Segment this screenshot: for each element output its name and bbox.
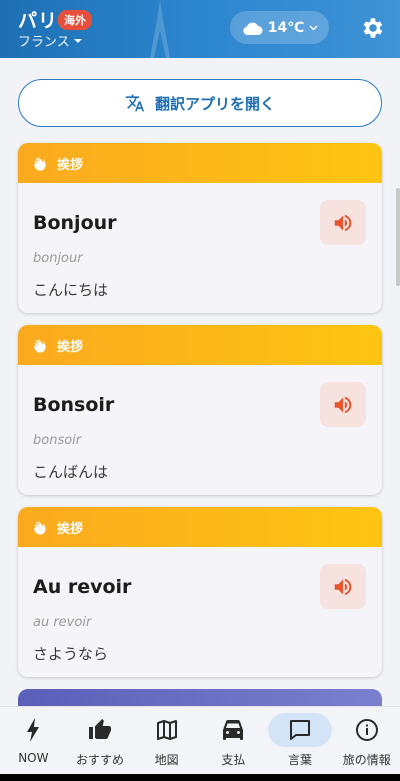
phrase-word: Bonsoir — [33, 394, 115, 416]
nav-item-payment[interactable]: 支払 — [200, 707, 267, 774]
system-bar — [0, 774, 400, 781]
app-header: パリ 海外 フランス 14℃ — [0, 0, 400, 58]
weather-chip[interactable]: 14℃ — [230, 11, 329, 44]
phrase-pronunciation: au revoir — [33, 615, 92, 630]
scrollbar[interactable] — [396, 188, 400, 286]
cloud-icon — [243, 22, 263, 35]
phrase-list[interactable]: 翻訳アプリを開く 挨拶 Bonjour bonjour こんにちは 挨拶 Bon… — [0, 58, 400, 706]
next-phrase-card — [18, 689, 382, 706]
wave-hand-icon — [34, 157, 46, 171]
overseas-badge: 海外 — [58, 10, 92, 30]
bottom-navigation: NOW おすすめ 地図 支払 言葉 旅の情報 — [0, 706, 400, 774]
car-icon — [223, 720, 244, 740]
map-icon — [156, 720, 177, 740]
phrase-meaning: こんにちは — [33, 281, 109, 299]
city-name[interactable]: パリ — [18, 6, 58, 33]
caret-down-icon — [73, 38, 82, 43]
translate-icon — [125, 94, 145, 112]
wave-hand-icon — [34, 521, 46, 535]
nav-item-language[interactable]: 言葉 — [267, 707, 334, 774]
phrase-card-header: 挨拶 — [18, 325, 382, 365]
country-selector[interactable]: フランス — [18, 31, 83, 50]
speaker-icon — [334, 578, 352, 595]
phrase-card-header: 挨拶 — [18, 507, 382, 547]
phrase-category: 挨拶 — [57, 157, 84, 173]
eiffel-tower-icon — [150, 0, 170, 58]
wave-hand-icon — [34, 339, 46, 353]
phrase-card-header: 挨拶 — [18, 143, 382, 183]
country-name: フランス — [18, 35, 70, 50]
nav-item-recommend[interactable]: おすすめ — [67, 707, 134, 774]
phrase-card: 挨拶 Bonjour bonjour こんにちは — [18, 143, 382, 313]
nav-label: 支払 — [221, 753, 246, 767]
play-audio-button[interactable] — [320, 564, 366, 609]
phrase-card: 挨拶 Au revoir au revoir さようなら — [18, 507, 382, 677]
phrase-category: 挨拶 — [57, 521, 84, 537]
phrase-category: 挨拶 — [57, 339, 84, 355]
chevron-down-icon — [309, 25, 318, 30]
info-icon — [355, 719, 378, 741]
play-audio-button[interactable] — [320, 382, 366, 427]
nav-label: 言葉 — [288, 753, 313, 767]
open-translate-app-button[interactable]: 翻訳アプリを開く — [18, 79, 382, 127]
nav-item-travel-info[interactable]: 旅の情報 — [333, 707, 400, 774]
thumbs-up-icon — [89, 719, 111, 739]
nav-label: おすすめ — [76, 753, 125, 767]
phrase-meaning: さようなら — [33, 645, 109, 663]
temperature: 14℃ — [267, 19, 305, 36]
lightning-icon — [27, 718, 40, 742]
phrase-pronunciation: bonsoir — [33, 433, 82, 448]
nav-item-map[interactable]: 地図 — [133, 707, 200, 774]
phrase-word: Bonjour — [33, 212, 117, 234]
gear-icon[interactable] — [360, 15, 386, 41]
nav-item-now[interactable]: NOW — [0, 707, 67, 774]
nav-label: NOW — [18, 751, 49, 765]
phrase-word: Au revoir — [33, 576, 132, 598]
speaker-icon — [334, 214, 352, 231]
nav-label: 旅の情報 — [342, 753, 391, 767]
open-translate-app-label: 翻訳アプリを開く — [154, 94, 275, 113]
nav-label: 地図 — [154, 753, 179, 767]
speaker-icon — [334, 396, 352, 413]
phrase-card: 挨拶 Bonsoir bonsoir こんばんは — [18, 325, 382, 495]
phrase-meaning: こんばんは — [33, 463, 109, 481]
chat-icon — [290, 720, 311, 740]
play-audio-button[interactable] — [320, 200, 366, 245]
phrase-pronunciation: bonjour — [33, 251, 83, 266]
